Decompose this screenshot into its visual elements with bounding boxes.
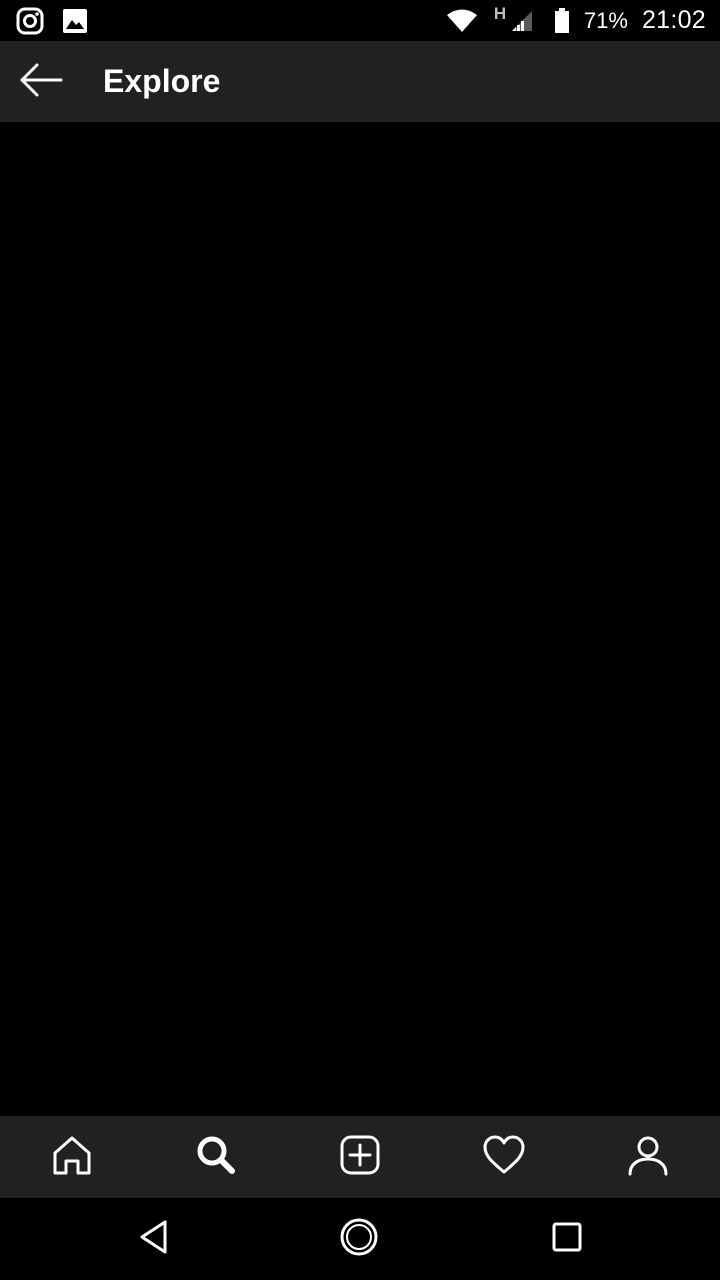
status-bar-system: H 71% 21:02 [446,0,706,41]
image-icon [62,8,88,34]
status-bar-time: 21:02 [641,6,706,34]
arrow-left-icon [19,63,63,102]
back-button[interactable] [10,51,72,113]
nav-search-button[interactable] [176,1117,256,1197]
nav-home-button[interactable] [32,1117,112,1197]
nav-activity-button[interactable] [464,1117,544,1197]
hspa-icon: H [493,4,507,23]
nav-add-post-button[interactable] [320,1117,400,1197]
home-icon [51,1134,93,1181]
add-post-icon [339,1134,381,1181]
recents-square-icon [552,1222,582,1257]
app-bar: Explore [0,41,720,122]
home-circle-icon [339,1217,379,1262]
signal-icon [510,9,534,33]
bottom-nav [0,1116,720,1198]
battery-icon [554,7,570,34]
back-triangle-icon [138,1219,170,1260]
wifi-icon [446,9,478,33]
instagram-icon [16,7,44,35]
status-bar: H 71% 21:02 [0,0,720,41]
status-bar-notifications [16,7,88,35]
system-nav-bar [0,1198,720,1280]
nav-profile-button[interactable] [608,1117,688,1197]
profile-icon [627,1134,669,1181]
system-home-button[interactable] [329,1209,389,1269]
system-back-button[interactable] [124,1209,184,1269]
system-recents-button[interactable] [537,1209,597,1269]
heart-icon [482,1135,526,1180]
explore-content [0,122,720,1116]
search-icon [195,1134,237,1181]
battery-percentage: 71% [583,7,628,33]
page-title: Explore [103,63,221,99]
